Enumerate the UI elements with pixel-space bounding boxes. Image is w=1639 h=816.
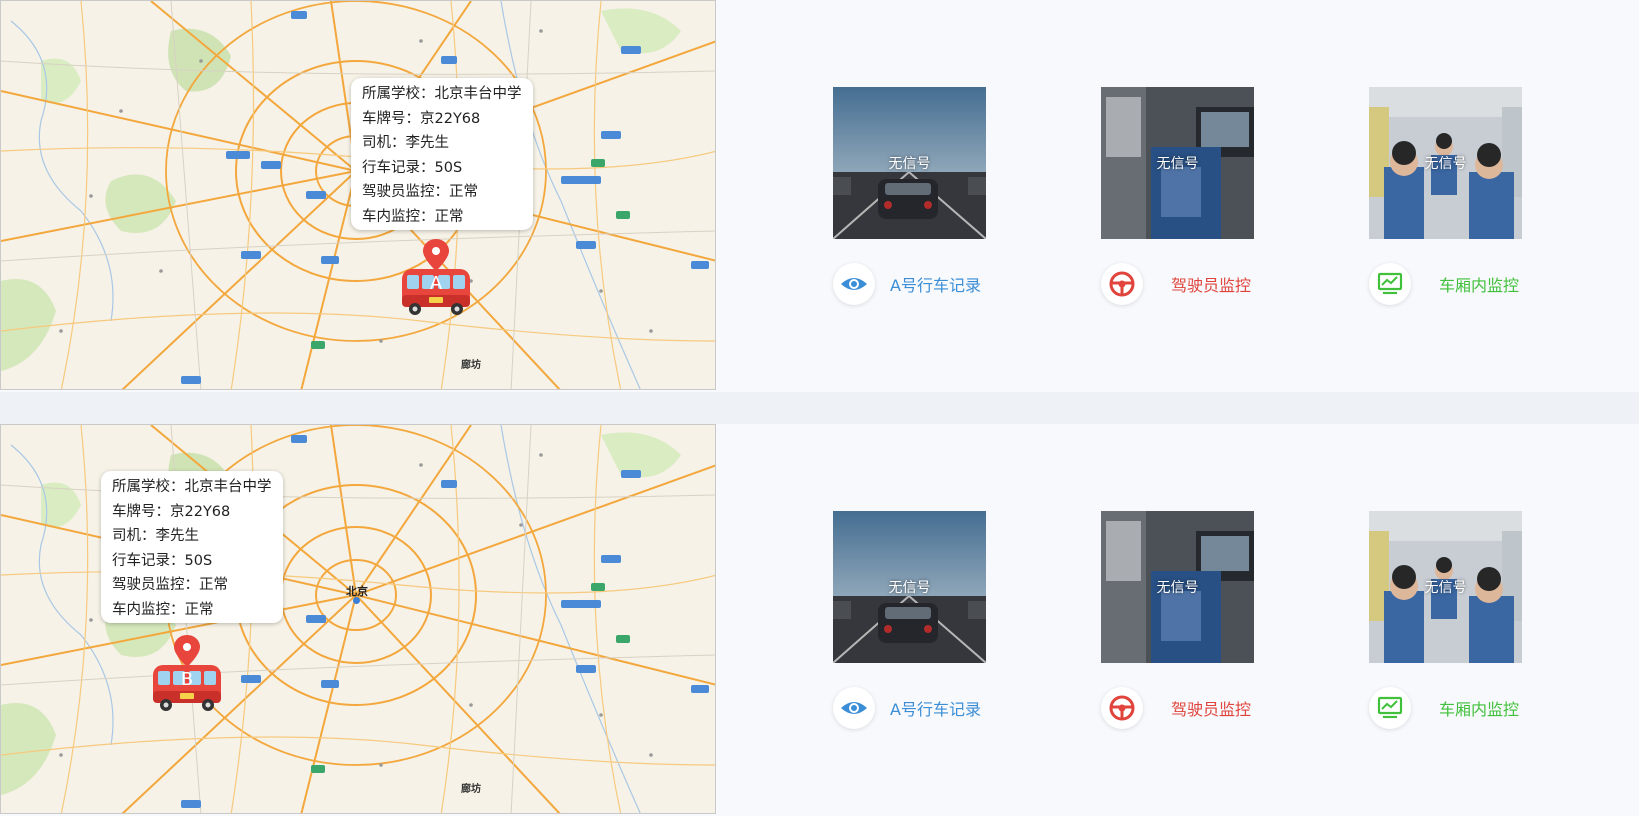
info-driver: 司机：李先生 xyxy=(362,135,449,151)
marker-letter: B xyxy=(181,669,193,690)
feed-thumbnail[interactable]: 无信号 xyxy=(1101,87,1254,239)
steering-wheel-icon xyxy=(1101,687,1143,729)
monitor-chart-icon xyxy=(1369,687,1411,729)
marker-letter: A xyxy=(430,273,443,294)
no-signal-text: 无信号 xyxy=(1156,156,1199,172)
driver-monitor-button[interactable]: 驾驶员监控 xyxy=(1101,687,1301,729)
bus-icon: A xyxy=(402,239,470,315)
bus-icon: B xyxy=(153,635,221,711)
no-signal-text: 无信号 xyxy=(888,156,931,172)
eye-icon xyxy=(833,263,875,305)
map-panel[interactable]: 廊坊 所属学校：北京丰台中学 车牌号：京22Y68 司机：李先生 行车记录：50… xyxy=(0,0,716,390)
feed-driver: 无信号 驾驶员监控 xyxy=(1101,87,1271,305)
no-signal-text: 无信号 xyxy=(1156,580,1199,596)
vehicle-row-a: 廊坊 所属学校：北京丰台中学 车牌号：京22Y68 司机：李先生 行车记录：50… xyxy=(0,0,1639,392)
info-school: 所属学校：北京丰台中学 xyxy=(362,86,522,102)
bus-marker-b[interactable]: B xyxy=(150,635,224,717)
cabin-monitor-label: 车厢内监控 xyxy=(1439,276,1520,295)
info-driver: 司机：李先生 xyxy=(112,528,199,544)
record-button[interactable]: A号行车记录 xyxy=(833,263,1033,305)
vehicle-info-popup: 所属学校：北京丰台中学 车牌号：京22Y68 司机：李先生 行车记录：50S 驾… xyxy=(101,471,283,623)
bus-marker-a[interactable]: A xyxy=(399,239,473,321)
cabin-monitor-label: 车厢内监控 xyxy=(1439,700,1520,719)
info-plate: 车牌号：京22Y68 xyxy=(362,110,481,127)
info-driver-monitor: 驾驶员监控：正常 xyxy=(112,577,228,593)
no-signal-text: 无信号 xyxy=(1424,156,1467,172)
feed-driver: 无信号 驾驶员监控 xyxy=(1101,511,1271,729)
feed-thumbnail[interactable]: 无信号 xyxy=(833,511,986,663)
driver-monitor-label: 驾驶员监控 xyxy=(1171,700,1252,719)
city-center-dot xyxy=(353,597,360,604)
info-record: 行车记录：50S xyxy=(112,552,213,569)
feed-thumbnail[interactable]: 无信号 xyxy=(1101,511,1254,663)
info-cabin-monitor: 车内监控：正常 xyxy=(362,208,464,225)
camera-feeds: 无信号 A号行车记录 无信号 驾驶员监控 无信号 车厢内监控 xyxy=(716,424,1639,816)
record-button[interactable]: A号行车记录 xyxy=(833,687,1033,729)
camera-feeds: 无信号 A号行车记录 无信号 驾驶员监控 无信号 车厢内监控 xyxy=(716,0,1639,392)
monitor-chart-icon xyxy=(1369,263,1411,305)
driver-monitor-button[interactable]: 驾驶员监控 xyxy=(1101,263,1301,305)
info-driver-monitor: 驾驶员监控：正常 xyxy=(362,184,478,200)
eye-icon xyxy=(833,687,875,729)
vehicle-info-popup: 所属学校：北京丰台中学 车牌号：京22Y68 司机：李先生 行车记录：50S 驾… xyxy=(351,78,533,230)
record-label: A号行车记录 xyxy=(890,276,981,295)
map-label-langfang: 廊坊 xyxy=(461,360,481,371)
vehicle-row-b: 北京 廊坊 所属学校：北京丰台中学 车牌号：京22Y68 司机：李先生 行车记录… xyxy=(0,424,1639,816)
driver-monitor-label: 驾驶员监控 xyxy=(1171,276,1252,295)
no-signal-text: 无信号 xyxy=(1424,580,1467,596)
info-school: 所属学校：北京丰台中学 xyxy=(112,479,272,495)
info-cabin-monitor: 车内监控：正常 xyxy=(112,601,214,618)
no-signal-text: 无信号 xyxy=(888,580,931,596)
map-panel[interactable]: 北京 廊坊 所属学校：北京丰台中学 车牌号：京22Y68 司机：李先生 行车记录… xyxy=(0,424,716,814)
feed-thumbnail[interactable]: 无信号 xyxy=(1369,87,1522,239)
feed-cabin: 无信号 车厢内监控 xyxy=(1369,87,1539,305)
feed-thumbnail[interactable]: 无信号 xyxy=(833,87,986,239)
info-plate: 车牌号：京22Y68 xyxy=(112,503,231,520)
cabin-monitor-button[interactable]: 车厢内监控 xyxy=(1369,687,1569,729)
feed-record: 无信号 A号行车记录 xyxy=(833,87,1003,305)
record-label: A号行车记录 xyxy=(890,700,981,719)
info-record: 行车记录：50S xyxy=(362,159,463,176)
feed-record: 无信号 A号行车记录 xyxy=(833,511,1003,729)
steering-wheel-icon xyxy=(1101,263,1143,305)
map-label-langfang: 廊坊 xyxy=(461,784,481,795)
cabin-monitor-button[interactable]: 车厢内监控 xyxy=(1369,263,1569,305)
feed-thumbnail[interactable]: 无信号 xyxy=(1369,511,1522,663)
feed-cabin: 无信号 车厢内监控 xyxy=(1369,511,1539,729)
